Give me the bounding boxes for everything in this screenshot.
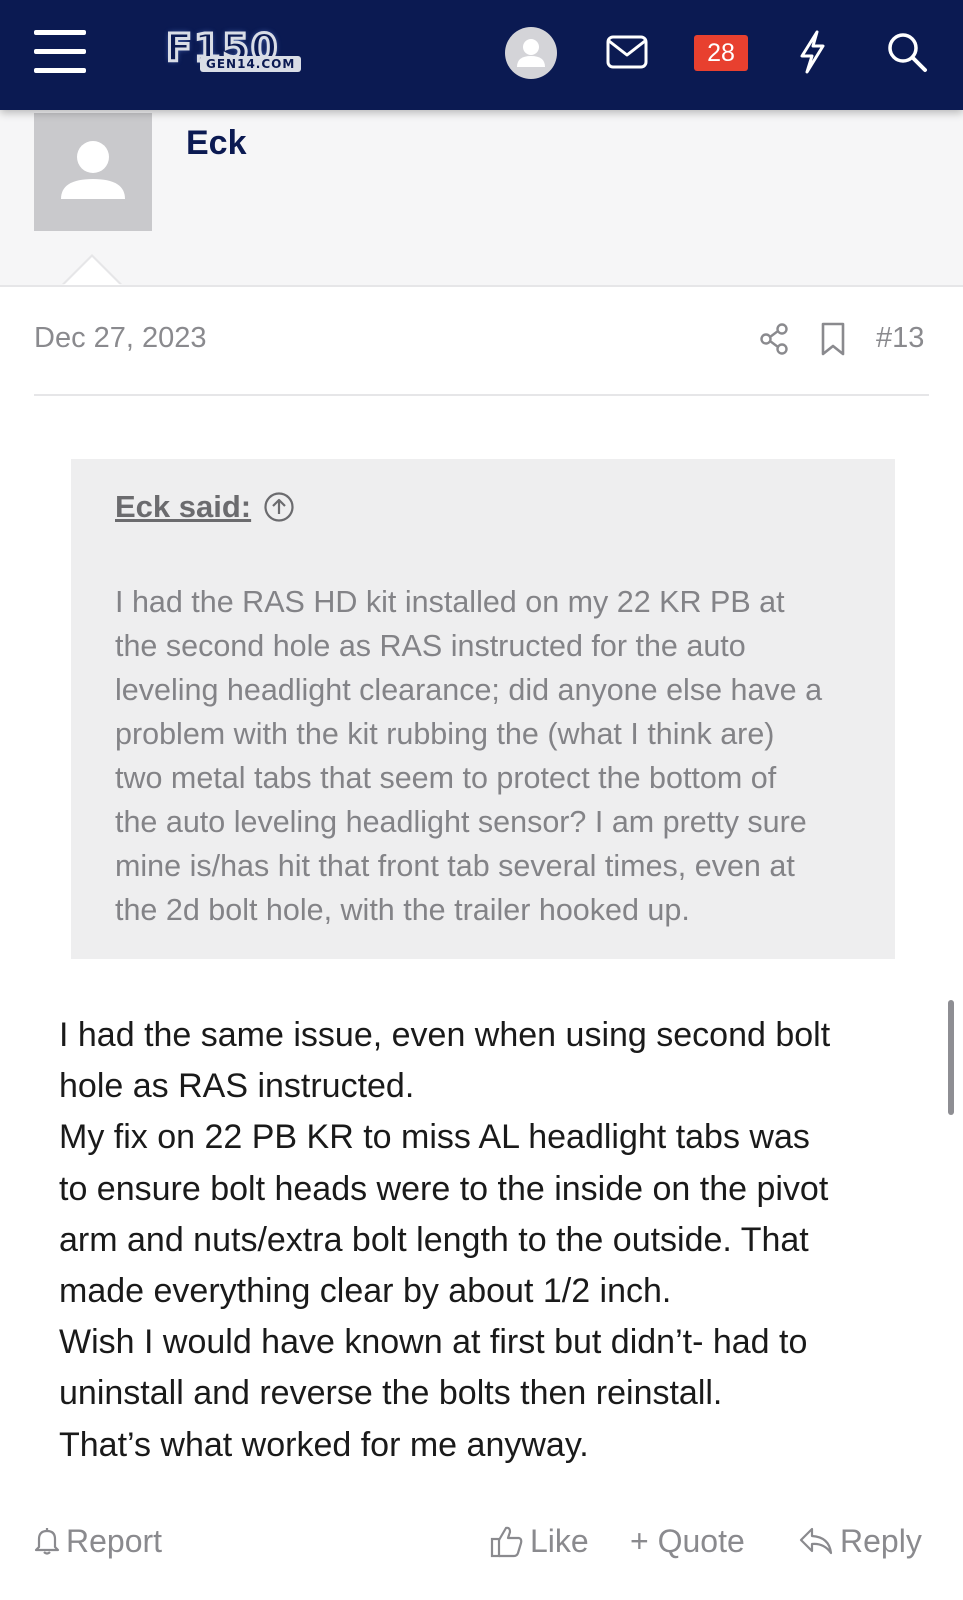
thumbs-up-icon bbox=[490, 1526, 523, 1558]
reply-button[interactable]: Reply bbox=[798, 1520, 922, 1562]
post-body-line: hole as RAS instructed. bbox=[59, 1067, 415, 1106]
quote-line: I had the RAS HD kit installed on my 22 … bbox=[115, 585, 785, 619]
quote-line: leveling headlight clearance; did anyone… bbox=[115, 673, 823, 707]
reply-label: Reply bbox=[840, 1522, 922, 1559]
reply-icon bbox=[799, 1527, 833, 1555]
post-body-line: uninstall and reverse the bolts then rei… bbox=[59, 1374, 723, 1413]
logo-sub-text: GEN14.COM bbox=[200, 56, 302, 72]
quote-block: Eck said: I had the RAS HD kit installed… bbox=[71, 459, 895, 959]
post-body-line: My fix on 22 PB KR to miss AL headlight … bbox=[59, 1118, 810, 1157]
quote-line: two metal tabs that seem to protect the … bbox=[115, 761, 777, 795]
author-avatar[interactable] bbox=[34, 113, 152, 231]
quote-line: mine is/has hit that front tab several t… bbox=[115, 849, 795, 883]
bookmark-icon[interactable] bbox=[820, 322, 846, 356]
post-body-line: That’s what worked for me anyway. bbox=[59, 1425, 589, 1464]
quote-line: problem with the kit rubbing the (what I… bbox=[115, 717, 775, 751]
meta-divider bbox=[34, 394, 929, 396]
bolt-icon[interactable] bbox=[797, 30, 827, 74]
quote-label: + Quote bbox=[630, 1522, 745, 1559]
search-icon[interactable] bbox=[886, 31, 928, 73]
alerts-count-badge[interactable]: 28 bbox=[694, 35, 748, 71]
quote-author-link[interactable]: Eck said: bbox=[115, 489, 295, 525]
post-body-line: to ensure bolt heads were to the inside … bbox=[59, 1169, 829, 1208]
site-logo[interactable]: F150 GEN14.COM bbox=[160, 26, 330, 82]
mail-icon[interactable] bbox=[606, 35, 648, 69]
post-body-line: Wish I would have known at first but did… bbox=[59, 1323, 808, 1362]
post-author-block: Eck bbox=[0, 110, 963, 287]
scrollbar-thumb[interactable] bbox=[948, 1000, 954, 1115]
quote-text: I had the RAS HD kit installed on my 22 … bbox=[115, 580, 865, 932]
top-nav-bar: F150 GEN14.COM 28 bbox=[0, 0, 963, 110]
like-button[interactable]: Like bbox=[490, 1520, 589, 1562]
author-name[interactable]: Eck bbox=[186, 124, 247, 163]
post-body-line: arm and nuts/extra bolt length to the ou… bbox=[59, 1220, 809, 1259]
post-number-link[interactable]: #13 bbox=[876, 322, 924, 355]
menu-icon[interactable] bbox=[34, 30, 86, 74]
quote-line: the auto leveling headlight sensor? I am… bbox=[115, 805, 807, 839]
quote-author[interactable]: Eck said: bbox=[115, 489, 251, 525]
bell-icon bbox=[34, 1528, 60, 1555]
quote-line: the 2d bolt hole, with the trailer hooke… bbox=[115, 893, 690, 927]
arrow-up-circle-icon[interactable] bbox=[263, 491, 295, 523]
share-icon[interactable] bbox=[759, 323, 789, 355]
quote-button[interactable]: + Quote bbox=[630, 1520, 745, 1562]
report-button[interactable]: Report bbox=[34, 1520, 162, 1562]
like-label: Like bbox=[530, 1522, 589, 1559]
quote-line: the second hole as RAS instructed for th… bbox=[115, 629, 746, 663]
report-label: Report bbox=[66, 1522, 163, 1559]
post-body: I had the same issue, even when using se… bbox=[59, 1010, 919, 1471]
user-icon[interactable] bbox=[505, 27, 557, 79]
post-body-line: I had the same issue, even when using se… bbox=[59, 1016, 831, 1054]
post-date[interactable]: Dec 27, 2023 bbox=[34, 322, 207, 355]
post-body-line: made everything clear by about 1/2 inch. bbox=[59, 1272, 672, 1311]
